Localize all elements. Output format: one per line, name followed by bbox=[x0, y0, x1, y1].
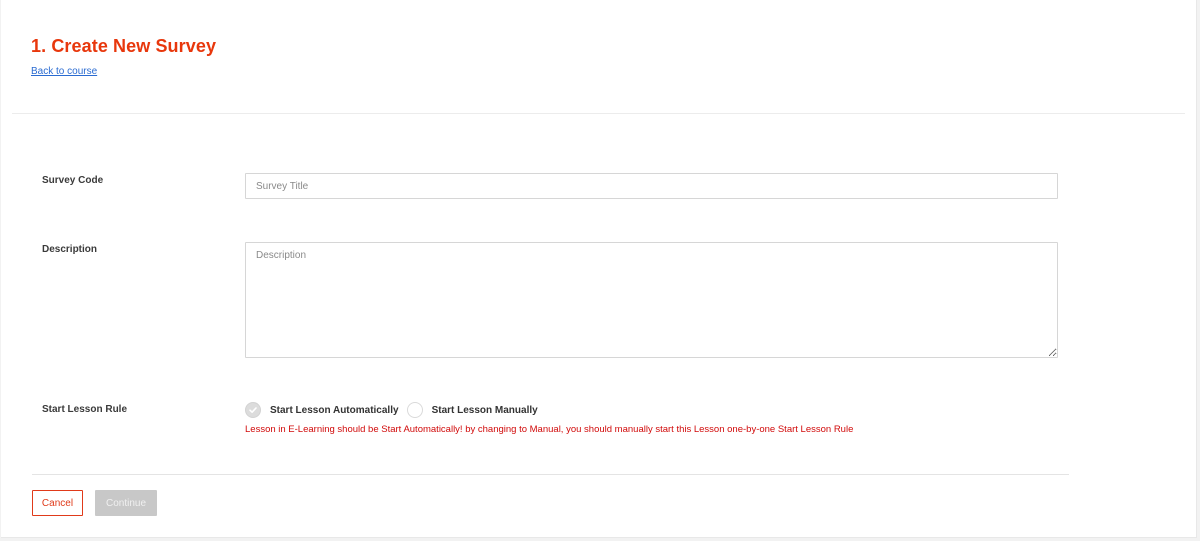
radio-start-manually[interactable]: Start Lesson Manually bbox=[406, 402, 538, 418]
header-divider bbox=[12, 113, 1185, 114]
description-label: Description bbox=[42, 244, 98, 255]
check-icon bbox=[249, 407, 257, 413]
radio-start-automatically-label: Start Lesson Automatically bbox=[270, 404, 399, 416]
start-lesson-warning: Lesson in E-Learning should be Start Aut… bbox=[245, 424, 854, 435]
cancel-button[interactable]: Cancel bbox=[32, 490, 83, 516]
radio-unchecked-icon[interactable] bbox=[406, 402, 423, 418]
survey-code-label: Survey Code bbox=[42, 175, 104, 186]
survey-code-input[interactable] bbox=[245, 173, 1058, 199]
page-title: 1. Create New Survey bbox=[31, 36, 217, 56]
back-to-course-link[interactable]: Back to course bbox=[31, 66, 97, 77]
footer-divider bbox=[32, 474, 1069, 475]
radio-start-automatically[interactable]: Start Lesson Automatically bbox=[245, 402, 399, 418]
start-lesson-rule-label: Start Lesson Rule bbox=[42, 404, 128, 415]
create-survey-card: 1. Create New Survey Back to course Surv… bbox=[1, 0, 1197, 538]
description-textarea[interactable] bbox=[245, 242, 1058, 358]
continue-button[interactable]: Continue bbox=[95, 490, 157, 516]
radio-checked-icon[interactable] bbox=[245, 402, 261, 418]
start-lesson-rule-radio-group: Start Lesson Automatically Start Lesson … bbox=[245, 401, 538, 419]
radio-start-manually-label: Start Lesson Manually bbox=[431, 404, 538, 416]
